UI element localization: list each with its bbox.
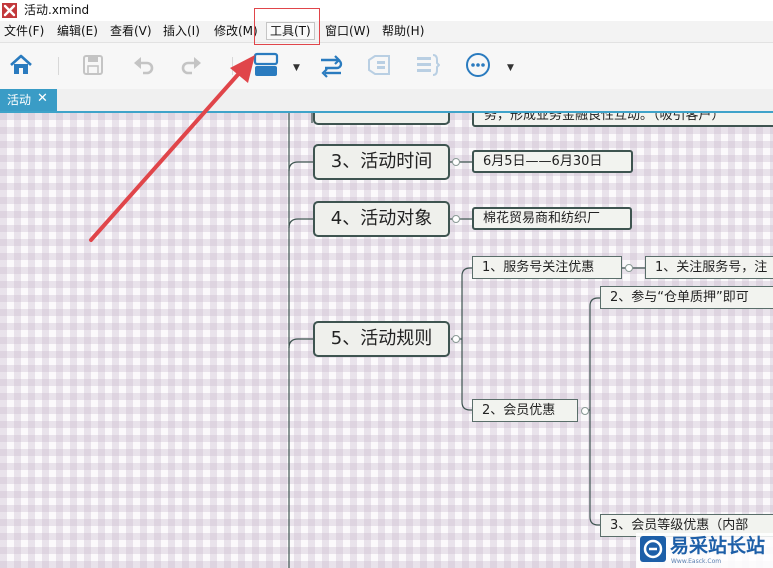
watermark-logo-icon: [640, 536, 666, 562]
annotation-arrow-icon: [89, 55, 255, 242]
watermark-text: 易采站长站: [670, 535, 766, 557]
site-watermark: 易采站长站 Www.Easck.Com: [636, 533, 773, 568]
watermark-url: Www.Easck.Com: [671, 558, 722, 565]
